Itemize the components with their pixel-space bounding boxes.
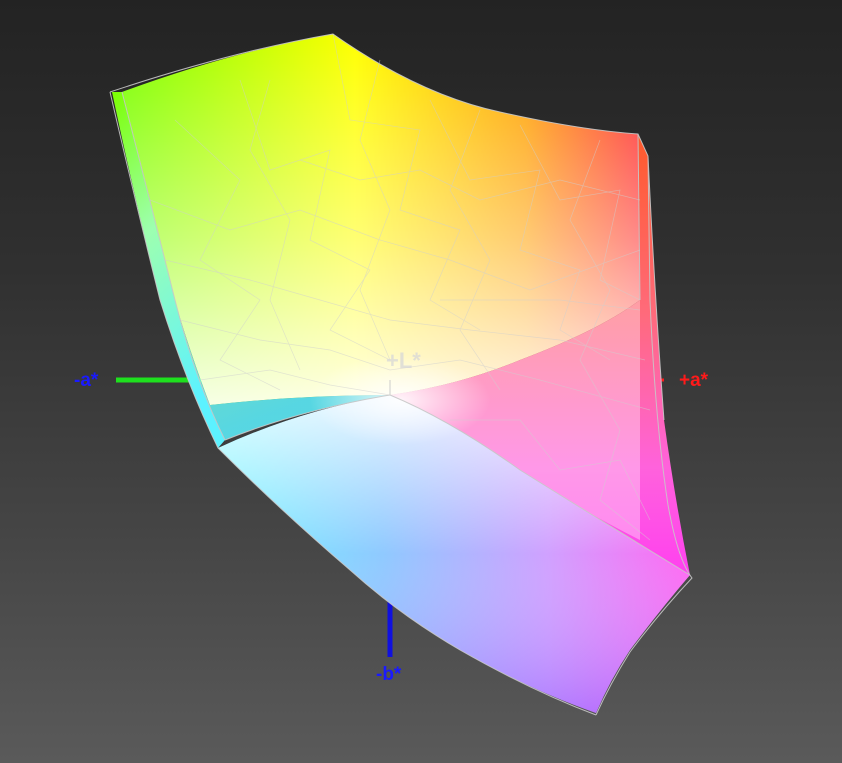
pos-a-axis-label: +a*	[679, 370, 709, 391]
neg-b-axis-label: -b*	[376, 664, 402, 685]
pos-l-axis-label: +L*	[386, 348, 421, 373]
gamut-volume-svg[interactable]	[0, 0, 842, 763]
gamut-3d-viewport[interactable]: -a* +a* -b* +L*	[0, 0, 842, 763]
neg-a-axis-label: -a*	[74, 370, 99, 391]
